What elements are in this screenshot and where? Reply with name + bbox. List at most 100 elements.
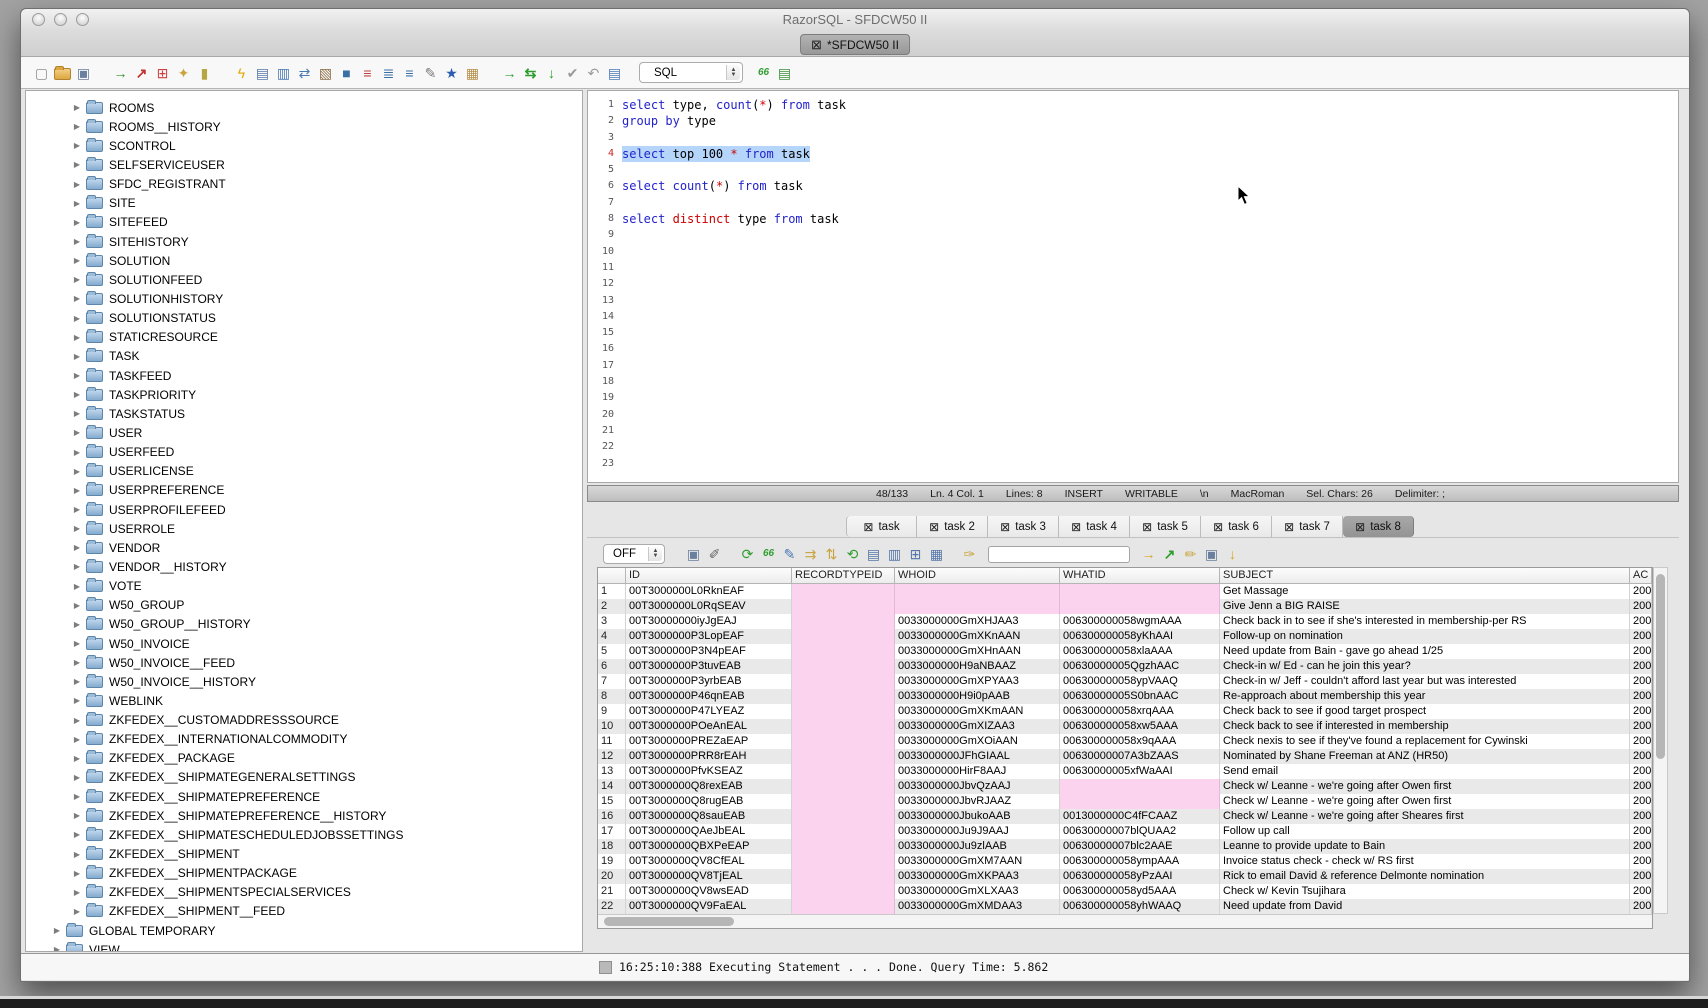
disclosure-triangle-icon[interactable]: ▶ <box>72 582 82 591</box>
cell-subject[interactable]: Send email <box>1220 764 1630 779</box>
disclosure-triangle-icon[interactable]: ▶ <box>72 601 82 610</box>
cell-id[interactable]: 00T3000000PRR8rEAH <box>626 749 792 764</box>
table-row[interactable]: 200T3000000L0RqSEAVGive Jenn a BIG RAISE… <box>598 599 1652 614</box>
disclosure-triangle-icon[interactable]: ▶ <box>72 237 82 246</box>
cell-whoid[interactable] <box>895 584 1060 599</box>
cell-n[interactable]: 13 <box>598 764 626 779</box>
disconnect-icon[interactable]: ↗ <box>131 64 152 82</box>
cell-rtid[interactable] <box>792 869 895 884</box>
edit-book-icon[interactable]: ▧ <box>315 64 336 82</box>
cell-whoid[interactable]: 0033000000GmXMDAA3 <box>895 899 1060 914</box>
tree-item-sfdc-registrant[interactable]: ▶SFDC_REGISTRANT <box>26 175 582 194</box>
execute-lightning-icon[interactable]: ϟ <box>231 64 252 82</box>
select-stepper-icon[interactable]: ▲▼ <box>648 547 662 561</box>
editor-line[interactable]: 15 <box>588 325 1678 341</box>
disclosure-triangle-icon[interactable]: ▶ <box>72 371 82 380</box>
open-folder-icon[interactable] <box>54 68 71 80</box>
cell-whoid[interactable]: 0033000000GmXOiAAN <box>895 734 1060 749</box>
copy-object-icon[interactable]: ⊞ <box>152 64 173 82</box>
cell-whatid[interactable]: 006300000058ypVAAQ <box>1060 674 1220 689</box>
result-table[interactable]: IDRECORDTYPEIDWHOIDWHATIDSUBJECTAC100T30… <box>597 567 1653 929</box>
editor-line[interactable]: 16 <box>588 341 1678 357</box>
tree-item-zkfedex-shipment-feed[interactable]: ▶ZKFEDEX__SHIPMENT__FEED <box>26 902 582 921</box>
disclosure-triangle-icon[interactable]: ▶ <box>72 141 82 150</box>
disclosure-triangle-icon[interactable]: ▶ <box>72 505 82 514</box>
tree-item-sitefeed[interactable]: ▶SITEFEED <box>26 213 582 232</box>
tree-item-user[interactable]: ▶USER <box>26 423 582 442</box>
tree-item-zkfedex-shipment[interactable]: ▶ZKFEDEX__SHIPMENT <box>26 844 582 863</box>
cell-rtid[interactable] <box>792 584 895 599</box>
cell-ac[interactable]: 200 <box>1630 584 1652 599</box>
tree-item-rooms[interactable]: ▶ROOMS <box>26 98 582 117</box>
cell-n[interactable]: 11 <box>598 734 626 749</box>
disclosure-triangle-icon[interactable]: ▶ <box>72 620 82 629</box>
cell-subject[interactable]: Follow-up on nomination <box>1220 629 1630 644</box>
cell-ac[interactable]: 200 <box>1630 734 1652 749</box>
cell-whatid[interactable]: 006300000058xrqAAA <box>1060 704 1220 719</box>
cell-ac[interactable]: 200 <box>1630 674 1652 689</box>
cell-whatid[interactable]: 006300000058x9qAAA <box>1060 734 1220 749</box>
disclosure-triangle-icon[interactable]: ▶ <box>72 811 82 820</box>
cell-whatid[interactable] <box>1060 599 1220 614</box>
cell-whoid[interactable]: 0033000000HirF8AAJ <box>895 764 1060 779</box>
editor-line[interactable]: 6select count(*) from task <box>588 178 1678 194</box>
cell-whatid[interactable] <box>1060 794 1220 809</box>
quotes-66-icon[interactable]: 66 <box>753 64 774 82</box>
disclosure-triangle-icon[interactable]: ▶ <box>72 333 82 342</box>
cell-subject[interactable]: Check-in w/ Ed - can he join this year? <box>1220 659 1630 674</box>
tree-item-zkfedex-shipmatepreference-history[interactable]: ▶ZKFEDEX__SHIPMATEPREFERENCE__HISTORY <box>26 806 582 825</box>
disclosure-triangle-icon[interactable]: ▶ <box>72 409 82 418</box>
cell-whatid[interactable]: 006300000058yKhAAI <box>1060 629 1220 644</box>
disclosure-triangle-icon[interactable]: ▶ <box>72 294 82 303</box>
tree-item-zkfedex-shipmentpackage[interactable]: ▶ZKFEDEX__SHIPMENTPACKAGE <box>26 864 582 883</box>
cell-id[interactable]: 00T3000000PREZaEAP <box>626 734 792 749</box>
edit-cell-icon[interactable]: ✎ <box>779 545 800 563</box>
edit-lines-icon[interactable]: ✎ <box>420 64 441 82</box>
table-row[interactable]: 1200T3000000PRR8rEAH0033000000JFhGIAAL00… <box>598 749 1652 764</box>
cell-whatid[interactable]: 00630000005QgzhAAC <box>1060 659 1220 674</box>
disclosure-triangle-icon[interactable]: ▶ <box>72 792 82 801</box>
cell-rtid[interactable] <box>792 824 895 839</box>
table-row[interactable]: 2000T3000000QV8TjEAL0033000000GmXKPAA300… <box>598 869 1652 884</box>
cell-rtid[interactable] <box>792 884 895 899</box>
disclosure-triangle-icon[interactable]: ▶ <box>52 945 62 952</box>
cell-id[interactable]: 00T3000000Q8sauEAB <box>626 809 792 824</box>
cell-whoid[interactable]: 0033000000GmXKmAAN <box>895 704 1060 719</box>
cell-whoid[interactable] <box>895 599 1060 614</box>
editor-line[interactable]: 7 <box>588 195 1678 211</box>
tree-item-zkfedex-shipmatepreference[interactable]: ▶ZKFEDEX__SHIPMATEPREFERENCE <box>26 787 582 806</box>
commit-check-icon[interactable]: ✔ <box>562 64 583 82</box>
tree-item-vendor[interactable]: ▶VENDOR <box>26 538 582 557</box>
cell-subject[interactable]: Check w/ Kevin Tsujihara <box>1220 884 1630 899</box>
tree-item-view[interactable]: ▶VIEW <box>26 940 582 952</box>
table-row[interactable]: 300T30000000iyJgEAJ0033000000GmXHJAA3006… <box>598 614 1652 629</box>
cell-whatid[interactable]: 006300000058yd5AAA <box>1060 884 1220 899</box>
table-row[interactable]: 1600T3000000Q8sauEAB0033000000JbukoAAB00… <box>598 809 1652 824</box>
tree-item-task[interactable]: ▶TASK <box>26 347 582 366</box>
tree-item-solution[interactable]: ▶SOLUTION <box>26 251 582 270</box>
column-header-rownum[interactable] <box>598 568 626 584</box>
cell-id[interactable]: 00T3000000P3N4pEAF <box>626 644 792 659</box>
editor-line[interactable]: 17 <box>588 358 1678 374</box>
column-header-whatid[interactable]: WHATID <box>1060 568 1220 584</box>
table-row[interactable]: 100T3000000L0RknEAFGet Massage200 <box>598 584 1652 599</box>
disclosure-triangle-icon[interactable]: ▶ <box>72 122 82 131</box>
tree-item-zkfedex-customaddresssource[interactable]: ▶ZKFEDEX__CUSTOMADDRESSSOURCE <box>26 711 582 730</box>
editor-line[interactable]: 14 <box>588 309 1678 325</box>
cell-ac[interactable]: 200 <box>1630 629 1652 644</box>
cell-whoid[interactable]: 0033000000GmXLXAA3 <box>895 884 1060 899</box>
editor-line[interactable]: 8select distinct type from task <box>588 211 1678 227</box>
save-icon[interactable]: ▣ <box>73 64 94 82</box>
cell-n[interactable]: 14 <box>598 779 626 794</box>
cell-subject[interactable]: Need update from Bain - gave go ahead 1/… <box>1220 644 1630 659</box>
results-form-icon[interactable]: ▤ <box>774 64 795 82</box>
tree-item-taskpriority[interactable]: ▶TASKPRIORITY <box>26 385 582 404</box>
result-tab-task-5[interactable]: ⊠task 5 <box>1130 516 1201 537</box>
tree-item-w50-invoice-feed[interactable]: ▶W50_INVOICE__FEED <box>26 653 582 672</box>
disclosure-triangle-icon[interactable]: ▶ <box>72 467 82 476</box>
cell-id[interactable]: 00T3000000QV9FaEAL <box>626 899 792 914</box>
close-tab-icon[interactable]: ⊠ <box>863 520 873 534</box>
cell-n[interactable]: 8 <box>598 689 626 704</box>
close-document-icon[interactable]: ⊠ <box>811 38 822 51</box>
cell-rtid[interactable] <box>792 749 895 764</box>
